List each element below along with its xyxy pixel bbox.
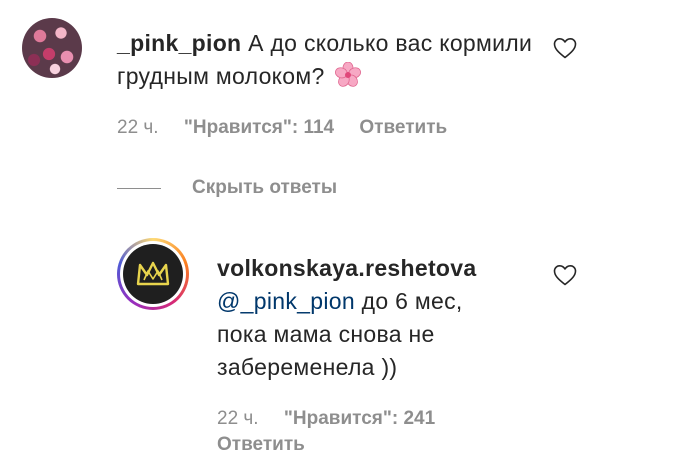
avatar: [123, 244, 183, 304]
like-heart-icon[interactable]: [553, 37, 577, 59]
reply-meta: 22 ч. "Нравится": 241: [217, 408, 455, 430]
hide-replies-label: Скрыть ответы: [192, 177, 338, 198]
comment-body: _pink_pion А до сколько вас кормили груд…: [117, 27, 537, 93]
cherry-blossom-icon: [335, 62, 362, 87]
likes-count[interactable]: "Нравится": 241: [284, 408, 435, 429]
crown-icon: [136, 261, 170, 286]
reply-button[interactable]: Ответить: [217, 434, 305, 455]
likes-count[interactable]: "Нравится": 114: [184, 117, 334, 138]
reply-body: @_pink_pion до 6 мес, пока мама снова не…: [217, 285, 517, 384]
comment-time[interactable]: 22 ч.: [117, 117, 159, 138]
avatar[interactable]: [22, 18, 82, 78]
hide-replies-button[interactable]: Скрыть ответы: [117, 177, 337, 199]
reply-button[interactable]: Ответить: [359, 117, 447, 138]
reply-time[interactable]: 22 ч.: [217, 408, 259, 429]
divider: [117, 187, 161, 189]
comment-meta: 22 ч. "Нравится": 114 Ответить: [117, 117, 467, 139]
story-avatar[interactable]: [117, 238, 189, 310]
like-heart-icon[interactable]: [553, 264, 577, 286]
mention-link[interactable]: @_pink_pion: [217, 288, 355, 314]
reply-username[interactable]: volkonskaya.reshetova: [217, 255, 476, 282]
comment-username[interactable]: _pink_pion: [117, 30, 241, 56]
